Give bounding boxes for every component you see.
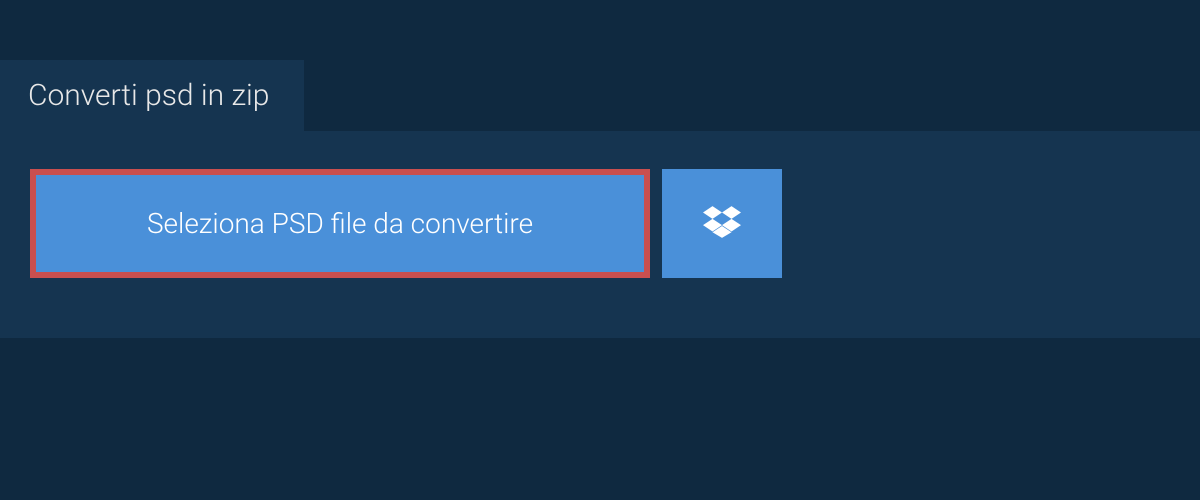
select-file-label: Seleziona PSD file da convertire: [147, 207, 533, 240]
dropbox-button[interactable]: [662, 169, 782, 278]
tab-container: Converti psd in zip: [0, 60, 1200, 131]
top-strip: [0, 0, 1200, 60]
converter-panel: Seleziona PSD file da convertire: [0, 131, 1200, 338]
select-file-button[interactable]: Seleziona PSD file da convertire: [30, 169, 650, 278]
button-row: Seleziona PSD file da convertire: [30, 169, 1170, 278]
tab-convert-psd-zip[interactable]: Converti psd in zip: [0, 60, 304, 131]
dropbox-icon: [703, 203, 741, 245]
tab-label: Converti psd in zip: [28, 78, 269, 113]
